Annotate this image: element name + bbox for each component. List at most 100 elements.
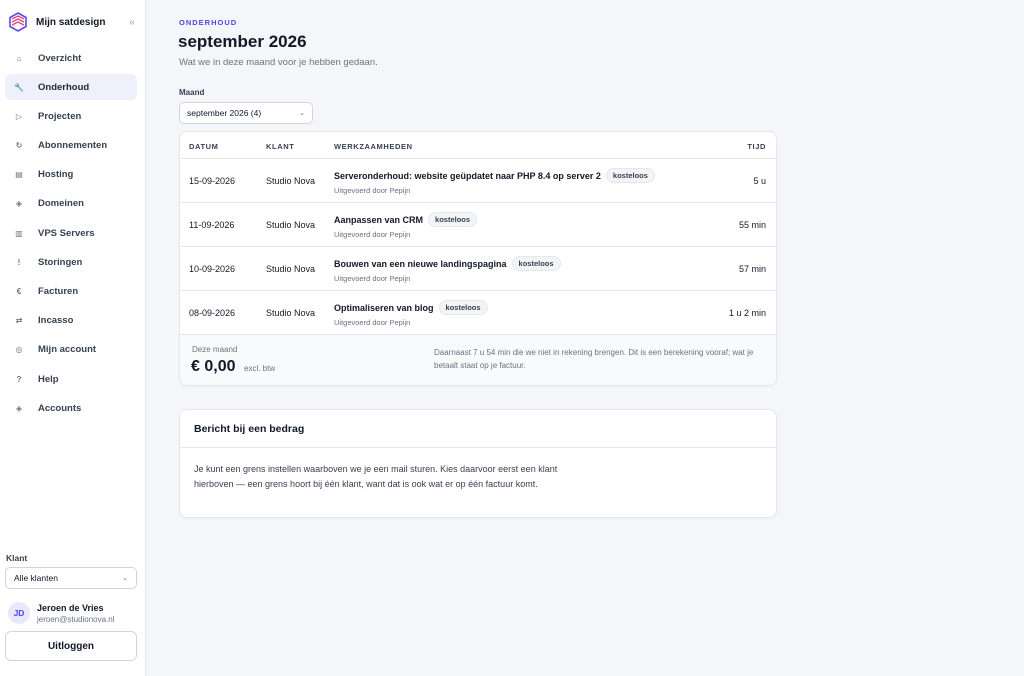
sidebar-item-domeinen[interactable]: ◈ Domeinen xyxy=(5,191,137,217)
task-performed-by: Uitgevoerd door Pepijn xyxy=(334,186,411,195)
total-tax-note: excl. btw xyxy=(244,364,276,373)
server-icon: ▤ xyxy=(15,170,23,180)
sidebar-item-overzicht[interactable]: ⌂ Overzicht xyxy=(5,45,137,71)
brand[interactable]: Mijn satdesign « xyxy=(8,11,138,33)
globe-icon: ◈ xyxy=(15,199,23,209)
column-header-date[interactable]: DATUM xyxy=(189,142,219,151)
row-time: 57 min xyxy=(738,264,766,274)
table-footer: Deze maand € 0,00 excl. btw Daarnaast 7 … xyxy=(180,335,776,385)
column-header-client[interactable]: KLANT xyxy=(266,142,294,151)
sidebar-item-accounts[interactable]: ◈ Accounts xyxy=(5,395,137,421)
sidebar-item-label: Abonnementen xyxy=(38,140,108,152)
maintenance-table: DATUM KLANT WERKZAAMHEDEN TIJD 15-09-202… xyxy=(179,131,777,386)
help-icon: ? xyxy=(16,374,22,384)
status-badge: kosteloos xyxy=(605,168,655,183)
user-profile[interactable]: JD Jeroen de Vries jeroen@studionova.nl xyxy=(8,600,140,626)
sidebar-item-label: Facturen xyxy=(38,286,79,297)
chevron-down-icon: ⌄ xyxy=(299,110,305,117)
row-client: Studio Nova xyxy=(266,176,316,186)
page-subtitle: Wat we in deze maand voor je hebben geda… xyxy=(179,57,378,68)
task-title: Optimaliseren van blog xyxy=(334,302,434,313)
row-time: 1 u 2 min xyxy=(728,308,766,318)
page-eyebrow: ONDERHOUD xyxy=(179,18,238,27)
account-icon: ◎ xyxy=(15,345,23,355)
status-badge: kosteloos xyxy=(438,300,488,315)
client-label: Klant xyxy=(6,553,28,563)
sidebar-item-vps-servers[interactable]: ▥ VPS Servers xyxy=(5,220,137,246)
row-date: 10-09-2026 xyxy=(189,264,236,274)
card-body: Je kunt een grens instellen waarboven we… xyxy=(194,464,558,489)
table-row: 11-09-2026 Studio Nova Aanpassen van CRM ko… xyxy=(180,203,776,247)
sidebar-item-label: Accounts xyxy=(38,402,82,414)
sidebar-item-label: Hosting xyxy=(38,169,74,181)
sidebar-item-label: Projecten xyxy=(38,110,82,122)
column-header-time[interactable]: TIJD xyxy=(747,142,766,151)
row-time: 55 min xyxy=(738,220,766,230)
row-task: Bouwen van een nieuwe landingspagina kost… xyxy=(334,256,561,283)
sidebar: Mijn satdesign « ⌂ Overzicht 🔧 Onderhoud ▷ Pr… xyxy=(0,0,146,676)
chevron-down-icon: ⌄ xyxy=(122,575,128,582)
client-select[interactable]: Alle klanten ⌄ xyxy=(5,567,137,589)
row-date: 15-09-2026 xyxy=(189,176,236,186)
page-title: september 2026 xyxy=(178,32,307,51)
sidebar-item-hosting[interactable]: ▤ Hosting xyxy=(5,162,137,188)
vps-icon: ▥ xyxy=(15,228,23,238)
transfer-icon: ⇄ xyxy=(15,316,23,326)
table-header: DATUM KLANT WERKZAAMHEDEN TIJD xyxy=(180,132,776,159)
task-title: Bouwen van een nieuwe landingspagina xyxy=(334,258,507,269)
sidebar-item-label: Overzicht xyxy=(38,52,82,64)
sidebar-item-label: Storingen xyxy=(38,256,83,268)
row-time: 5 u xyxy=(753,176,766,186)
task-performed-by: Uitgevoerd door Pepijn xyxy=(334,318,411,327)
row-client: Studio Nova xyxy=(266,308,316,318)
task-title: Serveronderhoud: website geüpdatet naar … xyxy=(334,170,601,181)
accounts-icon: ◈ xyxy=(15,403,23,413)
alert-icon: ! xyxy=(17,257,21,267)
logout-button[interactable]: Uitloggen xyxy=(5,631,137,661)
sidebar-item-onderhoud[interactable]: 🔧 Onderhoud xyxy=(5,74,137,101)
user-name: Jeroen de Vries xyxy=(37,602,104,613)
month-select-value: september 2026 (4) xyxy=(187,108,262,118)
sidebar-item-mijn-account[interactable]: ◎ Mijn account xyxy=(5,337,137,363)
sidebar-item-storingen[interactable]: ! Storingen xyxy=(5,249,137,275)
total-label: Deze maand xyxy=(192,345,238,354)
status-badge: kosteloos xyxy=(428,212,478,227)
sidebar-item-incasso[interactable]: ⇄ Incasso xyxy=(5,308,137,334)
task-performed-by: Uitgevoerd door Pepijn xyxy=(334,230,411,239)
user-email: jeroen@studionova.nl xyxy=(37,614,115,624)
column-header-tasks[interactable]: WERKZAAMHEDEN xyxy=(334,142,413,151)
row-task: Optimaliseren van blog kosteloos Uitgevoer… xyxy=(334,300,488,327)
table-row: 08-09-2026 Studio Nova Optimaliseren van b… xyxy=(180,291,776,335)
sidebar-item-label: Incasso xyxy=(38,315,74,327)
home-icon: ⌂ xyxy=(16,53,22,63)
sidebar-nav: ⌂ Overzicht 🔧 Onderhoud ▷ Projecten ↻ Abonnemen… xyxy=(5,45,137,424)
sidebar-item-help[interactable]: ? Help xyxy=(5,366,137,392)
collapse-sidebar-icon[interactable]: « xyxy=(126,17,138,28)
month-label: Maand xyxy=(179,88,205,97)
row-date: 08-09-2026 xyxy=(189,308,236,318)
total-amount: € 0,00 xyxy=(191,358,236,375)
sidebar-item-facturen[interactable]: € Facturen xyxy=(5,279,137,305)
refresh-icon: ↻ xyxy=(15,141,23,151)
sidebar-item-label: Mijn account xyxy=(38,344,97,356)
sidebar-item-abonnementen[interactable]: ↻ Abonnementen xyxy=(5,133,137,159)
amount-notification-card: Bericht bij een bedrag Je kunt een grens… xyxy=(179,409,777,518)
card-title: Bericht bij een bedrag xyxy=(194,423,305,435)
row-client: Studio Nova xyxy=(266,264,316,274)
month-select[interactable]: september 2026 (4) ⌄ xyxy=(179,102,313,124)
client-select-value: Alle klanten xyxy=(14,573,58,583)
uncharged-note: Daarnaast 7 u 54 min die we niet in reke… xyxy=(434,348,754,370)
table-row: 15-09-2026 Studio Nova Serveronderhoud: we… xyxy=(180,159,776,203)
wrench-icon: 🔧 xyxy=(14,82,24,92)
play-icon: ▷ xyxy=(15,111,23,121)
card-header: Bericht bij een bedrag xyxy=(180,410,776,448)
euro-icon: € xyxy=(16,287,22,296)
sidebar-item-projecten[interactable]: ▷ Projecten xyxy=(5,103,137,129)
task-performed-by: Uitgevoerd door Pepijn xyxy=(334,274,411,283)
row-task: Serveronderhoud: website geüpdatet naar … xyxy=(334,168,655,195)
sidebar-item-label: Onderhoud xyxy=(38,81,90,93)
status-badge: kosteloos xyxy=(511,256,561,271)
task-title: Aanpassen van CRM xyxy=(334,214,424,225)
sidebar-item-label: VPS Servers xyxy=(38,227,95,239)
brand-logo-icon xyxy=(9,12,27,32)
